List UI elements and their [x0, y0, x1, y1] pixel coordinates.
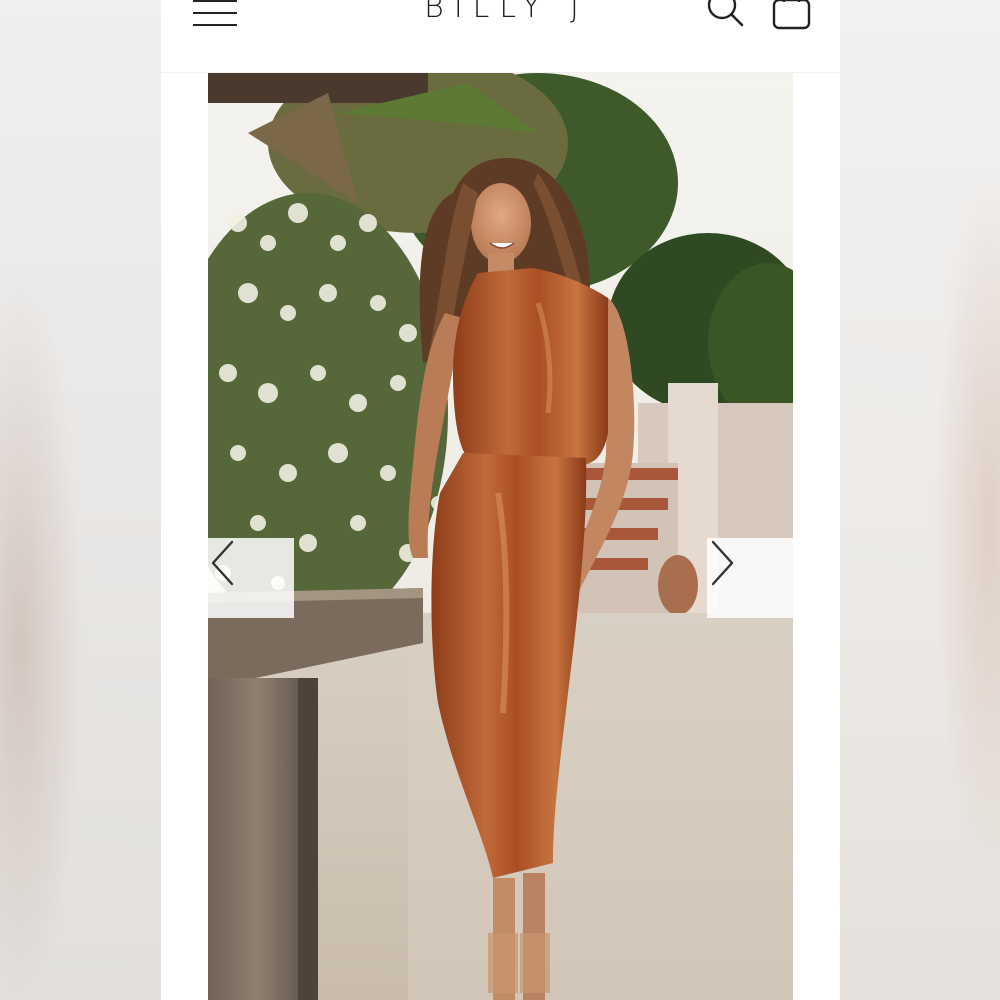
background-blur-left [0, 0, 161, 1000]
search-button[interactable] [705, 0, 747, 30]
site-header: BILLY J [161, 0, 840, 73]
background-blur-right [840, 0, 1000, 1000]
shopping-bag-icon [772, 0, 811, 30]
product-image-gallery[interactable] [208, 73, 793, 1000]
product-photo [208, 73, 793, 1000]
chevron-left-icon [211, 540, 234, 586]
chevron-right-icon [711, 540, 734, 586]
previous-image-button[interactable] [208, 538, 294, 618]
mobile-page: BILLY J [161, 0, 840, 1000]
next-image-button[interactable] [707, 538, 793, 618]
cart-button[interactable] [771, 0, 813, 32]
search-icon [707, 0, 744, 27]
